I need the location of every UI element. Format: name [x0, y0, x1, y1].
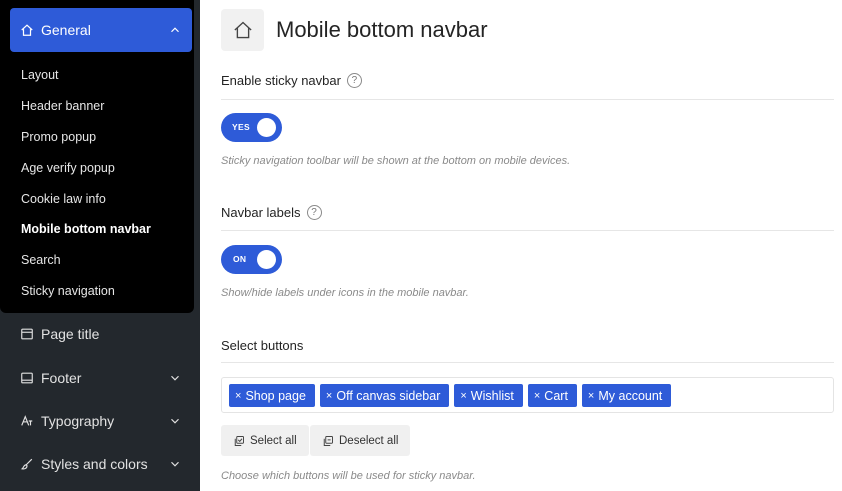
- page-title-icon: [20, 327, 34, 341]
- remove-icon[interactable]: ×: [326, 390, 332, 402]
- submenu-item-age-verify-popup[interactable]: Age verify popup: [0, 152, 194, 183]
- sidebar-section-typography[interactable]: Typography: [10, 401, 192, 441]
- sidebar-section-page-title[interactable]: Page title: [10, 314, 192, 354]
- chip-label: Cart: [544, 388, 568, 403]
- chip-wishlist[interactable]: × Wishlist: [454, 384, 523, 407]
- chip-off-canvas-sidebar[interactable]: × Off canvas sidebar: [319, 384, 450, 407]
- navbar-labels-label: Navbar labels ?: [221, 205, 322, 220]
- sidebar-section-label: Typography: [41, 413, 115, 429]
- page-header: Mobile bottom navbar: [221, 9, 488, 51]
- submenu-item-promo-popup[interactable]: Promo popup: [0, 122, 194, 153]
- select-all-button[interactable]: Select all: [221, 425, 309, 456]
- navbar-labels-toggle[interactable]: ON: [221, 245, 282, 274]
- brush-icon: [20, 457, 34, 471]
- submenu-item-layout[interactable]: Layout: [0, 60, 194, 91]
- general-panel: General Layout Header banner Promo popup…: [0, 0, 194, 313]
- settings-main: Mobile bottom navbar Enable sticky navba…: [221, 0, 834, 491]
- toggle-knob: [257, 250, 276, 269]
- remove-icon[interactable]: ×: [235, 390, 241, 402]
- home-icon: [20, 23, 34, 37]
- submenu-item-mobile-bottom-navbar[interactable]: Mobile bottom navbar: [0, 214, 194, 245]
- sidebar: General Layout Header banner Promo popup…: [0, 0, 200, 491]
- field-label-text: Enable sticky navbar: [221, 73, 341, 88]
- sticky-navbar-hint: Sticky navigation toolbar will be shown …: [221, 155, 571, 167]
- divider: [221, 99, 834, 100]
- chip-label: Shop page: [245, 388, 306, 403]
- chevron-down-icon[interactable]: [168, 414, 182, 428]
- page-icon-box: [221, 9, 264, 51]
- divider: [221, 362, 834, 363]
- page-title: Mobile bottom navbar: [276, 17, 488, 42]
- remove-icon[interactable]: ×: [588, 390, 594, 402]
- select-buttons-label: Select buttons: [221, 338, 303, 353]
- sidebar-section-label: Footer: [41, 370, 82, 386]
- chip-label: Off canvas sidebar: [336, 388, 441, 403]
- toggle-text: ON: [233, 254, 247, 264]
- chevron-down-icon[interactable]: [168, 457, 182, 471]
- buttons-multiselect[interactable]: × Shop page × Off canvas sidebar × Wishl…: [221, 377, 834, 413]
- help-icon[interactable]: ?: [306, 205, 322, 220]
- navbar-labels-hint: Show/hide labels under icons in the mobi…: [221, 287, 469, 299]
- chip-label: Wishlist: [470, 388, 514, 403]
- select-all-icon: [233, 435, 245, 447]
- footer-icon: [20, 371, 34, 385]
- toggle-knob: [257, 118, 276, 137]
- chip-cart[interactable]: × Cart: [527, 384, 577, 407]
- help-icon[interactable]: ?: [346, 73, 362, 88]
- home-icon: [233, 20, 253, 40]
- field-label-text: Select buttons: [221, 338, 304, 353]
- sidebar-section-footer[interactable]: Footer: [10, 358, 192, 398]
- submenu-item-search[interactable]: Search: [0, 245, 194, 276]
- button-label: Select all: [250, 434, 297, 447]
- deselect-all-button[interactable]: Deselect all: [310, 425, 411, 456]
- sidebar-section-label: Page title: [41, 326, 100, 342]
- sidebar-section-general[interactable]: General: [10, 8, 192, 52]
- deselect-all-icon: [322, 435, 334, 447]
- select-buttons-hint: Choose which buttons will be used for st…: [221, 470, 476, 482]
- sticky-navbar-toggle[interactable]: YES: [221, 113, 282, 142]
- submenu-item-sticky-navigation[interactable]: Sticky navigation: [0, 276, 194, 307]
- field-label-text: Navbar labels: [221, 205, 301, 220]
- chip-label: My account: [598, 388, 663, 403]
- sticky-navbar-label: Enable sticky navbar ?: [221, 73, 362, 88]
- remove-icon[interactable]: ×: [460, 390, 466, 402]
- submenu-item-header-banner[interactable]: Header banner: [0, 91, 194, 122]
- typography-icon: [20, 414, 34, 428]
- chevron-up-icon[interactable]: [168, 23, 182, 37]
- sidebar-section-label: General: [41, 22, 91, 38]
- sidebar-section-label: Styles and colors: [41, 456, 148, 472]
- button-label: Deselect all: [339, 434, 399, 447]
- sidebar-section-styles-and-colors[interactable]: Styles and colors: [10, 444, 192, 484]
- chevron-down-icon[interactable]: [168, 371, 182, 385]
- general-submenu: Layout Header banner Promo popup Age ver…: [0, 60, 194, 306]
- chip-my-account[interactable]: × My account: [581, 384, 672, 407]
- divider: [221, 230, 834, 231]
- chip-shop-page[interactable]: × Shop page: [229, 384, 315, 407]
- remove-icon[interactable]: ×: [534, 390, 540, 402]
- submenu-item-cookie-law-info[interactable]: Cookie law info: [0, 183, 194, 214]
- toggle-text: YES: [232, 122, 250, 132]
